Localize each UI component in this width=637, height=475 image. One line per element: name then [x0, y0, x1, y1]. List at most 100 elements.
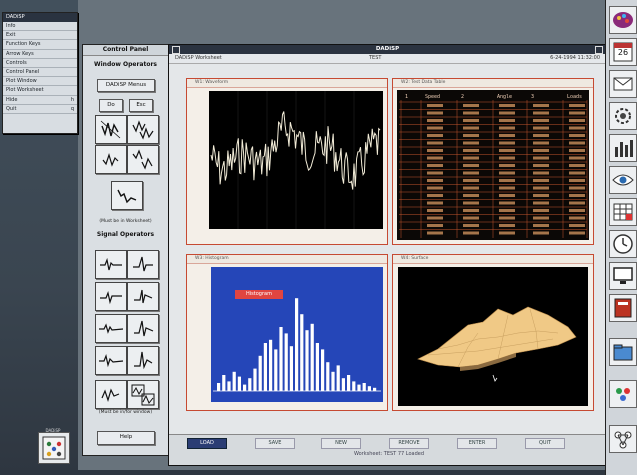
- control-panel: Control Panel Window Operators DADiSP Me…: [82, 44, 169, 456]
- histogram-bar: [367, 386, 371, 391]
- dock-calendar-button[interactable]: 26: [609, 38, 637, 66]
- signal-op-5-button[interactable]: [95, 314, 127, 343]
- signal-op-1-button[interactable]: [95, 250, 127, 279]
- dock-monitor-button[interactable]: [609, 262, 637, 290]
- signal-op-10-button[interactable]: [127, 380, 159, 409]
- function-key-quit[interactable]: QUIT: [525, 438, 565, 449]
- window-op-zoom-button[interactable]: [95, 115, 127, 144]
- root-menu-item[interactable]: Quit q: [3, 105, 77, 114]
- table-window[interactable]: W2: Test Data Table 1 Speed 2 Angle 3 Loads: [392, 78, 594, 245]
- root-menu-item[interactable]: Control Panel: [3, 68, 77, 78]
- dadisp-menus-button[interactable]: DADiSP Menus: [97, 79, 155, 92]
- do-button[interactable]: Do: [99, 99, 123, 112]
- dock-folder-button[interactable]: [609, 338, 637, 366]
- signal-op-6-button[interactable]: [127, 314, 159, 343]
- zoom-wave-icon: [100, 120, 121, 139]
- dock-bars-button[interactable]: [609, 134, 637, 162]
- worksheet-label: DADiSP Worksheet: [175, 55, 222, 61]
- root-menu-item[interactable]: Exit: [3, 31, 77, 41]
- transform-wave-icon: [101, 388, 120, 402]
- dadisp-desktop-icon[interactable]: [38, 432, 70, 464]
- function-key-save[interactable]: SAVE: [255, 438, 295, 449]
- control-panel-title: Control Panel: [83, 45, 168, 56]
- close-icon[interactable]: [595, 46, 603, 54]
- worksheet-area: W1: Waveform W2: Test Data Table 1 Speed 2…: [169, 64, 606, 434]
- dock-mail-button[interactable]: [609, 70, 637, 98]
- window-menu-icon[interactable]: [172, 46, 180, 54]
- table-cell-glyph: [499, 111, 515, 115]
- root-menu-item[interactable]: Info: [3, 22, 77, 32]
- root-menu-item[interactable]: Hide h: [3, 96, 77, 105]
- table-cell-glyph: [533, 104, 549, 107]
- table-cell-glyph: [499, 231, 515, 235]
- impulse-wave-icon: [134, 289, 153, 304]
- histogram-bar: [253, 368, 257, 391]
- window-note: (Must be in/for window): [98, 410, 153, 415]
- table-cell-glyph: [427, 201, 443, 205]
- histogram-window[interactable]: W3: Histogram Histogram: [186, 254, 388, 411]
- table-cell-glyph: [463, 171, 479, 175]
- waveform-window[interactable]: W1: Waveform: [186, 78, 388, 245]
- gear-icon: [615, 108, 631, 124]
- function-key-new[interactable]: NEW: [321, 438, 361, 449]
- table-cell-glyph: [499, 186, 515, 190]
- esc-button[interactable]: Esc: [129, 99, 153, 112]
- table-cell-glyph: [533, 156, 549, 160]
- dock-network-button[interactable]: [609, 425, 637, 453]
- window-op-expand-button[interactable]: [127, 145, 159, 174]
- signal-op-9-button[interactable]: [95, 380, 127, 409]
- worksheet-info-bar: DADiSP Worksheet TEST 6-24-1994 11:32:00: [169, 54, 606, 64]
- table-cell-glyph: [499, 179, 515, 182]
- surface-window[interactable]: W4: Surface: [392, 254, 594, 411]
- dock-tools-button[interactable]: [609, 380, 637, 408]
- clock-icon: [613, 234, 633, 254]
- root-menu-item[interactable]: Plot Window: [3, 77, 77, 87]
- table-cell-glyph: [569, 209, 585, 212]
- table-cell-glyph: [427, 171, 443, 175]
- table-cell-glyph: [569, 164, 585, 167]
- table-cell-glyph: [427, 194, 443, 197]
- histogram-bar: [321, 349, 325, 391]
- signal-op-4-button[interactable]: [127, 282, 159, 311]
- worksheet-name: TEST: [369, 55, 382, 61]
- signal-op-2-button[interactable]: [127, 250, 159, 279]
- histogram-bar: [263, 343, 267, 391]
- help-button[interactable]: Help: [97, 431, 155, 445]
- dock-palette-button[interactable]: [609, 6, 637, 34]
- root-menu-item[interactable]: Arrow Keys: [3, 50, 77, 59]
- table-cell-glyph: [533, 216, 549, 220]
- function-key-enter[interactable]: ENTER: [457, 438, 497, 449]
- dock-clock-button[interactable]: [609, 230, 637, 258]
- dock-eye-button[interactable]: [609, 166, 637, 194]
- root-menu-item[interactable]: Function Keys: [3, 40, 77, 50]
- window-op-single-button[interactable]: [111, 181, 143, 210]
- signal-op-7-button[interactable]: [95, 346, 127, 375]
- root-menu-item-label: Quit: [6, 105, 17, 112]
- histogram-bar: [362, 383, 366, 391]
- table-cell-glyph: [427, 141, 443, 145]
- table-cell-glyph: [533, 111, 549, 115]
- dock-table-button[interactable]: [609, 198, 637, 226]
- table-cell-glyph: [463, 209, 479, 212]
- function-key-remove[interactable]: REMOVE: [389, 438, 429, 449]
- data-table: 1 Speed 2 Angle 3 Loads: [397, 90, 589, 240]
- table-cell-glyph: [569, 119, 585, 122]
- histogram-bar: [217, 383, 221, 391]
- signal-operators-heading: Signal Operators: [96, 231, 155, 238]
- signal-op-3-button[interactable]: [95, 282, 127, 311]
- window-op-multi-button[interactable]: [127, 115, 159, 144]
- table-cell-glyph: [533, 141, 549, 145]
- network-icon: [614, 431, 632, 449]
- table-column-header: 3: [531, 94, 534, 100]
- root-menu-item[interactable]: Controls: [3, 59, 77, 68]
- dock-book-button[interactable]: [609, 294, 637, 322]
- signal-op-8-button[interactable]: [127, 346, 159, 375]
- histogram-bar: [248, 378, 252, 391]
- table-cell-glyph: [533, 209, 549, 212]
- monitor-icon: [613, 267, 633, 284]
- dock-gear-button[interactable]: [609, 102, 637, 130]
- root-menu-item[interactable]: Plot Worksheet: [3, 86, 77, 96]
- window-op-shrink-button[interactable]: [95, 145, 127, 174]
- function-key-load[interactable]: LOAD: [187, 438, 227, 449]
- histogram-bar: [284, 333, 288, 391]
